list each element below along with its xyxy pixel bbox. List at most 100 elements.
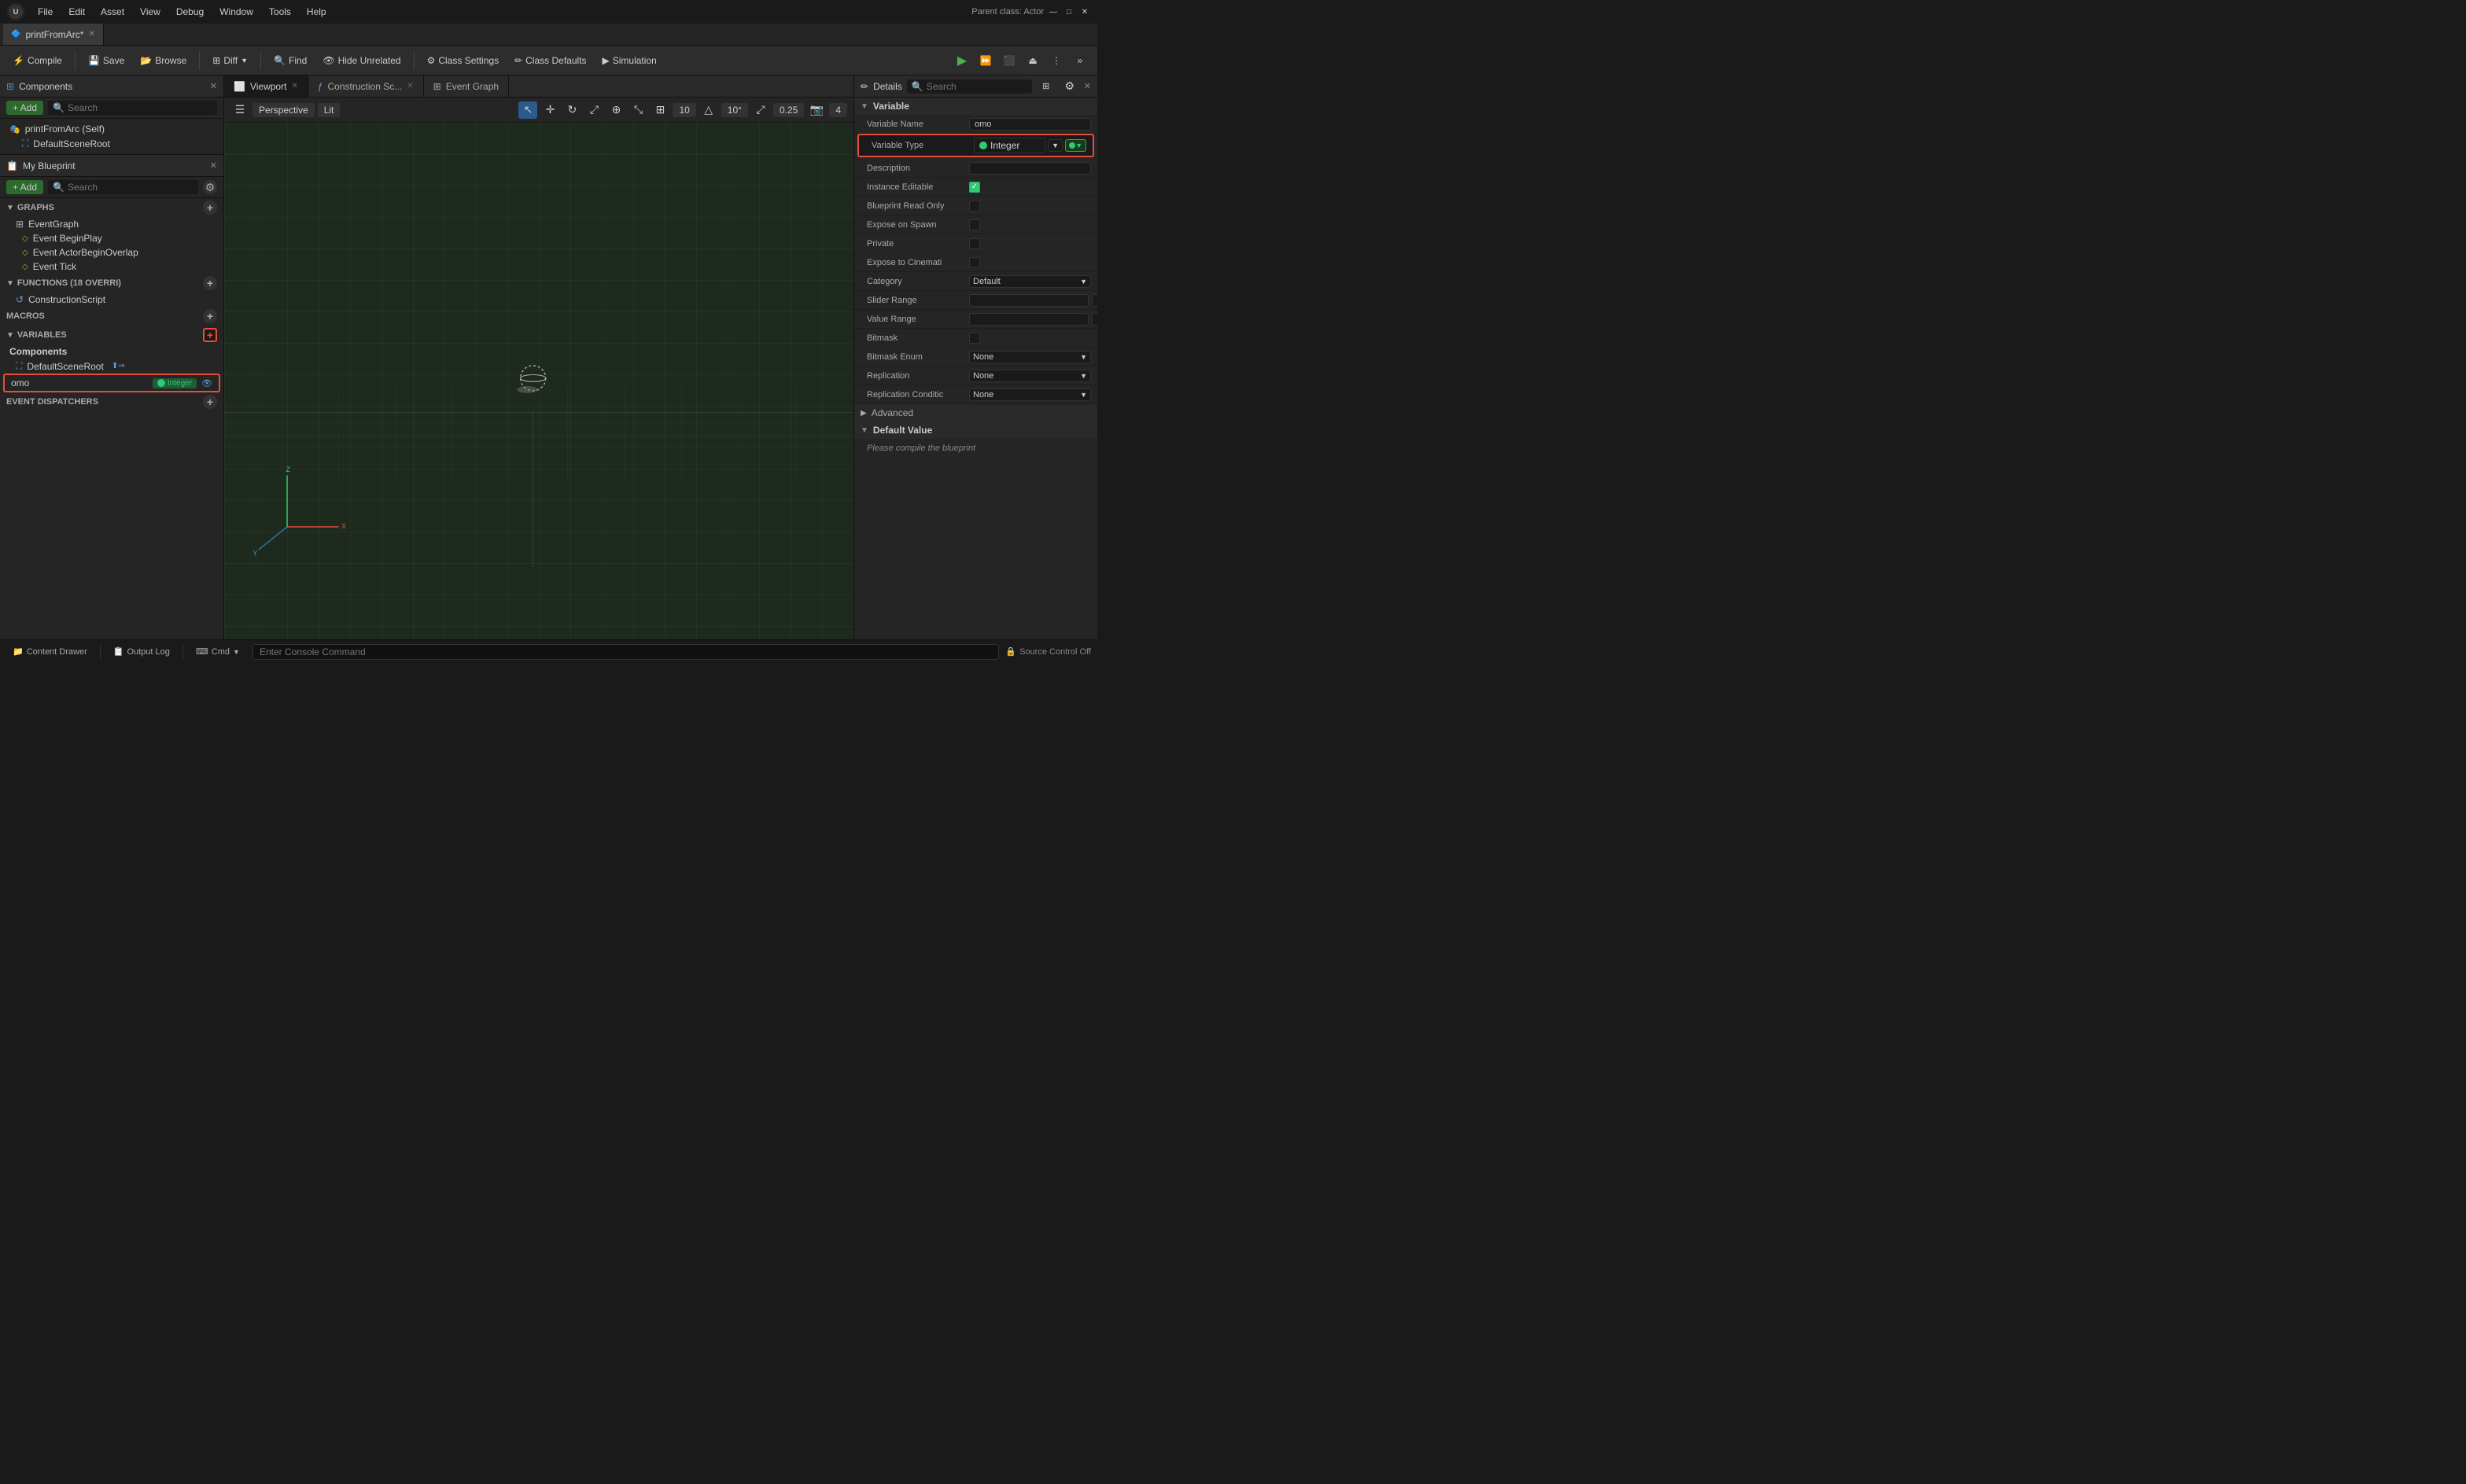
- category-select[interactable]: Default ▼: [969, 275, 1091, 288]
- omo-variable-item[interactable]: omo Integer 👁: [3, 374, 220, 392]
- viewport-canvas[interactable]: X Z Y: [224, 123, 853, 639]
- menu-asset[interactable]: Asset: [94, 5, 131, 19]
- replication-condition-select[interactable]: None ▼: [969, 388, 1091, 401]
- class-defaults-button[interactable]: ✏ Class Defaults: [508, 53, 592, 68]
- variables-add-button[interactable]: +: [203, 328, 217, 342]
- simulation-button[interactable]: ▶ Simulation: [596, 53, 663, 68]
- grid-snap-value[interactable]: 10: [673, 103, 695, 117]
- value-range-max-input[interactable]: [1092, 313, 1097, 326]
- rotation-snap-value[interactable]: 10°: [721, 103, 748, 117]
- variable-type-dropdown-button[interactable]: ▼: [1048, 139, 1063, 152]
- minimize-button[interactable]: —: [1047, 6, 1060, 18]
- default-scene-root-var-item[interactable]: ⛶ DefaultSceneRoot ⬆⇒: [0, 359, 223, 374]
- tab-construction-script[interactable]: ƒ Construction Sc... ✕: [308, 75, 424, 97]
- event-graph-item[interactable]: ⊞ EventGraph: [0, 217, 223, 231]
- maximize-button[interactable]: □: [1063, 6, 1075, 18]
- description-input[interactable]: [969, 162, 1091, 175]
- menu-debug[interactable]: Debug: [170, 5, 210, 19]
- source-control-button[interactable]: 🔒 Source Control Off: [1005, 646, 1091, 657]
- component-self-item[interactable]: 🎭 printFromArc (Self): [0, 122, 223, 136]
- advanced-section-header[interactable]: ▶ Advanced: [854, 404, 1097, 422]
- details-close-button[interactable]: ✕: [1084, 81, 1091, 91]
- more-options-button[interactable]: ⋮: [1045, 50, 1067, 71]
- value-range-min-input[interactable]: [969, 313, 1089, 326]
- variable-name-input[interactable]: [969, 118, 1091, 131]
- variable-type-button[interactable]: Integer: [974, 138, 1045, 153]
- variables-section-header[interactable]: ▼ VARIABLES +: [0, 326, 223, 344]
- expose-on-spawn-checkbox[interactable]: [969, 219, 980, 230]
- translate-button[interactable]: ✛: [540, 101, 559, 119]
- surface-snapping-button[interactable]: ⊞: [651, 101, 669, 119]
- private-checkbox[interactable]: [969, 238, 980, 249]
- functions-section-header[interactable]: ▼ FUNCTIONS (18 OVERRI) +: [0, 274, 223, 293]
- hide-unrelated-button[interactable]: 👁 Hide Unrelated: [316, 53, 407, 68]
- slider-range-max-input[interactable]: [1092, 294, 1097, 307]
- camera-speed-value[interactable]: 4: [829, 103, 847, 117]
- default-value-section-header[interactable]: ▼ Default Value: [854, 422, 1097, 439]
- variable-type-array-button[interactable]: ▼: [1065, 139, 1086, 152]
- close-button[interactable]: ✕: [1078, 6, 1091, 18]
- output-log-button[interactable]: 📋 Output Log: [107, 645, 176, 658]
- camera-speed-button[interactable]: 📷: [807, 101, 826, 119]
- macros-add-button[interactable]: +: [203, 309, 217, 323]
- menu-edit[interactable]: Edit: [62, 5, 91, 19]
- instance-editable-checkbox[interactable]: ✓: [969, 182, 980, 193]
- construction-tab-close[interactable]: ✕: [407, 82, 413, 90]
- variable-section-header[interactable]: ▼ Variable: [854, 98, 1097, 115]
- event-dispatchers-section-header[interactable]: EVENT DISPATCHERS +: [0, 392, 223, 411]
- blueprint-search-input[interactable]: [68, 182, 194, 193]
- blueprint-read-only-checkbox[interactable]: [969, 201, 980, 212]
- compile-button[interactable]: ⚡ Compile: [6, 53, 68, 68]
- slider-range-min-input[interactable]: [969, 294, 1089, 307]
- tab-viewport[interactable]: ⬜ Viewport ✕: [224, 75, 308, 97]
- graphs-section-header[interactable]: ▼ GRAPHS +: [0, 198, 223, 217]
- play-button[interactable]: ▶: [951, 50, 973, 71]
- class-settings-button[interactable]: ⚙ Class Settings: [421, 53, 505, 68]
- components-close-button[interactable]: ✕: [210, 81, 217, 91]
- expand-button[interactable]: »: [1069, 50, 1091, 71]
- component-scene-root-item[interactable]: ⛶ DefaultSceneRoot: [0, 136, 223, 151]
- stop-button[interactable]: ⬛: [998, 50, 1020, 71]
- event-begin-play-item[interactable]: ◇ Event BeginPlay: [0, 231, 223, 245]
- rotation-snap-button[interactable]: △: [699, 101, 718, 119]
- max-minimize-button[interactable]: ⤡: [628, 101, 647, 119]
- replication-select[interactable]: None ▼: [969, 370, 1091, 382]
- details-search-input[interactable]: [927, 81, 1027, 92]
- tab-print-from-arc[interactable]: 🔷 printFromArc* ✕: [3, 24, 104, 45]
- menu-window[interactable]: Window: [213, 5, 260, 19]
- browse-button[interactable]: 📂 Browse: [134, 53, 193, 68]
- blueprint-add-button[interactable]: + Add: [6, 180, 43, 194]
- scale-snap-value[interactable]: 0.25: [773, 103, 804, 117]
- details-settings-button[interactable]: ⚙: [1060, 78, 1079, 95]
- graphs-add-button[interactable]: +: [203, 201, 217, 215]
- content-drawer-button[interactable]: 📁 Content Drawer: [6, 645, 94, 658]
- omo-visibility-icon[interactable]: 👁: [201, 378, 212, 388]
- event-tick-item[interactable]: ◇ Event Tick: [0, 260, 223, 274]
- tab-event-graph[interactable]: ⊞ Event Graph: [424, 75, 509, 97]
- menu-tools[interactable]: Tools: [263, 5, 297, 19]
- event-dispatchers-add-button[interactable]: +: [203, 395, 217, 409]
- scale-snap-button[interactable]: ⤢: [751, 101, 770, 119]
- bitmask-enum-select[interactable]: None ▼: [969, 351, 1091, 363]
- construction-script-item[interactable]: ↺ ConstructionScript: [0, 293, 223, 307]
- event-actor-overlap-item[interactable]: ◇ Event ActorBeginOverlap: [0, 245, 223, 260]
- components-add-button[interactable]: + Add: [6, 101, 43, 115]
- blueprint-settings-button[interactable]: ⚙: [203, 180, 217, 194]
- menu-help[interactable]: Help: [300, 5, 333, 19]
- viewport-options-button[interactable]: ☰: [230, 101, 249, 119]
- save-button[interactable]: 💾 Save: [82, 53, 131, 68]
- menu-file[interactable]: File: [31, 5, 59, 19]
- lit-button[interactable]: Lit: [318, 103, 341, 117]
- scale-button[interactable]: ⤢: [584, 101, 603, 119]
- skip-button[interactable]: ⏩: [975, 50, 997, 71]
- find-button[interactable]: 🔍 Find: [267, 53, 313, 68]
- diff-button[interactable]: ⊞ Diff ▼: [206, 53, 254, 68]
- bitmask-checkbox[interactable]: [969, 333, 980, 344]
- macros-section-header[interactable]: MACROS +: [0, 307, 223, 326]
- menu-view[interactable]: View: [134, 5, 167, 19]
- details-grid-view-button[interactable]: ⊞: [1037, 78, 1056, 95]
- console-command-input[interactable]: [252, 644, 999, 660]
- rotate-button[interactable]: ↻: [562, 101, 581, 119]
- perspective-button[interactable]: Perspective: [252, 103, 315, 117]
- eject-button[interactable]: ⏏: [1022, 50, 1044, 71]
